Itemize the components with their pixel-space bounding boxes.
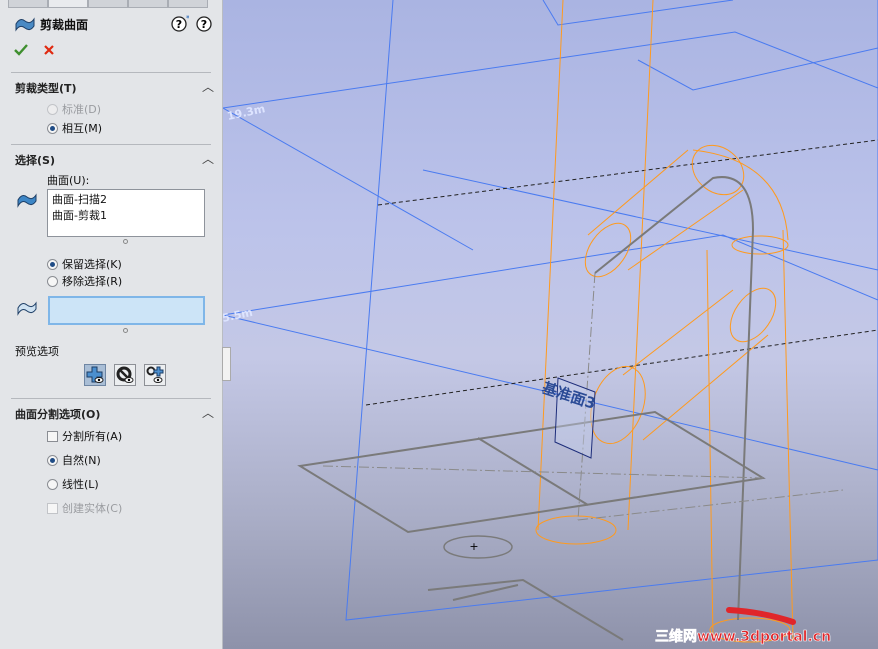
radio-keep-selection[interactable]: 保留选择(K) <box>47 256 122 272</box>
radio-label: 移除选择(R) <box>62 275 123 288</box>
radio-button[interactable] <box>47 275 58 287</box>
no-eye-icon <box>116 366 134 383</box>
panel-tabs <box>0 0 222 8</box>
plus-eye-icon <box>86 366 104 383</box>
checkbox-label: 创建实体(C) <box>62 502 123 515</box>
help-buttons: ?* ? <box>171 15 213 33</box>
checkbox-label: 分割所有(A) <box>62 430 123 443</box>
surfaces-listbox[interactable]: 曲面-扫描2 曲面-剪裁1 <box>47 189 205 237</box>
checkbox[interactable] <box>47 502 58 514</box>
show-included-preview-button[interactable] <box>84 364 106 386</box>
chevron-up-icon[interactable]: ︿ <box>202 150 214 167</box>
reference-planes <box>223 0 878 621</box>
surface-selection-icon <box>17 193 37 208</box>
radio-label: 自然(N) <box>62 454 101 467</box>
tab-display-manager[interactable] <box>168 0 208 8</box>
checkbox-create-solid[interactable]: 创建实体(C) <box>47 500 122 516</box>
svg-text:?: ? <box>176 18 182 31</box>
plane-front <box>345 0 878 621</box>
chevron-up-icon[interactable]: ︿ <box>202 78 214 95</box>
close-icon[interactable] <box>43 44 55 56</box>
list-item[interactable]: 曲面-扫描2 <box>52 192 200 208</box>
panel-title: 剪裁曲面 <box>40 17 89 32</box>
radio-button[interactable] <box>47 454 58 466</box>
surface-edges <box>535 0 794 643</box>
radio-mutual[interactable]: 相互(M) <box>47 120 102 136</box>
tab-dimxpert[interactable] <box>128 0 168 8</box>
radio-label: 相互(M) <box>62 122 103 135</box>
checkmark-icon[interactable] <box>14 44 28 56</box>
radio-label: 线性(L) <box>62 478 99 491</box>
radio-remove-selection[interactable]: 移除选择(R) <box>47 273 122 289</box>
radio-label: 保留选择(K) <box>62 258 122 271</box>
svg-text:*: * <box>186 15 189 23</box>
show-excluded-preview-button[interactable] <box>114 364 136 386</box>
whats-new-help-icon[interactable]: ?* <box>171 15 189 33</box>
radio-standard[interactable]: 标准(D) <box>47 101 101 117</box>
checkbox[interactable] <box>47 430 58 442</box>
pieces-to-keep-selection-box[interactable] <box>48 296 205 325</box>
radio-button[interactable] <box>47 478 58 490</box>
checkbox-split-all[interactable]: 分割所有(A) <box>47 428 122 444</box>
radio-label: 标准(D) <box>62 103 102 116</box>
watermark: 三维网www.3dportal.cn <box>655 628 831 645</box>
radio-button[interactable] <box>47 122 58 134</box>
origin-marker: + <box>469 540 478 553</box>
list-item[interactable]: 曲面-剪裁1 <box>52 208 200 224</box>
panel-collapse-handle[interactable] <box>222 347 231 381</box>
tab-property-manager[interactable] <box>48 0 88 8</box>
divider <box>11 398 211 399</box>
radio-button[interactable] <box>47 103 58 115</box>
tab-configuration-manager[interactable] <box>88 0 128 8</box>
chevron-up-icon[interactable]: ︿ <box>202 404 214 421</box>
resize-handle[interactable] <box>123 328 128 333</box>
show-both-preview-button[interactable] <box>144 364 166 386</box>
confirm-row <box>14 44 55 56</box>
dimension-label[interactable]: 19.3m <box>226 102 266 123</box>
surfaces-label: 曲面(U): <box>47 174 90 187</box>
property-manager-panel: 剪裁曲面 ?* ? 剪裁类型(T) ︿ 标准(D) 相互(M) 选择(S) ︿ … <box>0 0 223 649</box>
divider <box>11 72 211 73</box>
tab-feature-manager[interactable] <box>8 0 48 8</box>
sketch-geometry <box>297 176 766 641</box>
selection-section-title[interactable]: 选择(S) <box>15 152 55 168</box>
help-icon[interactable]: ? <box>195 15 213 33</box>
trim-type-section-title[interactable]: 剪裁类型(T) <box>15 80 77 96</box>
svg-text:?: ? <box>201 18 207 31</box>
resize-handle[interactable] <box>123 239 128 244</box>
radio-natural[interactable]: 自然(N) <box>47 452 101 468</box>
radio-linear[interactable]: 线性(L) <box>47 476 99 492</box>
no-plus-eye-icon <box>146 366 164 383</box>
dashed-lines <box>365 139 878 406</box>
radio-button[interactable] <box>47 258 58 270</box>
panel-header: 剪裁曲面 <box>14 15 88 33</box>
split-options-section-title[interactable]: 曲面分割选项(O) <box>15 406 100 422</box>
graphics-viewport[interactable]: 基准面3 19.3m 5.5m + 三维网www.3dportal.cn <box>223 0 878 649</box>
trim-surface-icon <box>15 17 35 32</box>
kept-surfaces-icon <box>17 301 37 316</box>
divider <box>11 144 211 145</box>
dimension-label[interactable]: 5.5m <box>223 306 254 325</box>
preview-options-label: 预览选项 <box>15 345 59 358</box>
model-view: 基准面3 19.3m 5.5m + 三维网www.3dportal.cn <box>223 0 878 645</box>
